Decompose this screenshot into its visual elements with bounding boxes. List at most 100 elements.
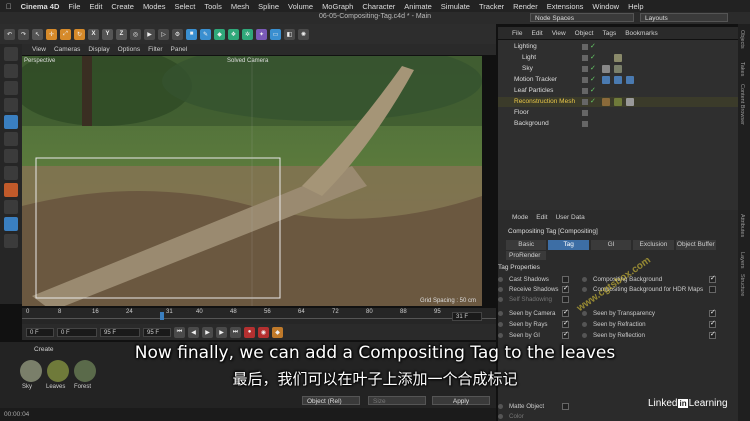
lock-workplane-icon[interactable]: [4, 183, 18, 197]
z-axis-button[interactable]: Z: [116, 28, 127, 40]
menu-character[interactable]: Character: [362, 2, 395, 11]
world-coords-icon[interactable]: ◎: [130, 28, 141, 40]
seen-by-refraction-checkbox[interactable]: [709, 319, 716, 328]
prop-matte-object[interactable]: Matte Object: [498, 402, 572, 411]
material-tag-icon[interactable]: [614, 65, 622, 73]
object-row-light[interactable]: Light ✓: [498, 53, 738, 63]
polygons-mode-icon[interactable]: [4, 115, 18, 129]
prop-self-shadowing[interactable]: Self Shadowing: [498, 295, 572, 304]
solo-icon[interactable]: [4, 217, 18, 231]
subdivision-icon[interactable]: ◆: [214, 28, 225, 40]
floor-icon[interactable]: ▭: [270, 28, 281, 40]
visibility-dots[interactable]: [582, 110, 588, 116]
visibility-dots[interactable]: [582, 77, 588, 83]
workplane-icon[interactable]: [4, 200, 18, 214]
app-menu[interactable]: Cinema 4D: [21, 2, 60, 11]
size-mode-select[interactable]: Size: [368, 396, 426, 405]
viewport-solo-icon[interactable]: [4, 234, 18, 248]
record-icon[interactable]: ●: [244, 326, 255, 338]
prop-compositing-background[interactable]: Compositing Background: [582, 274, 718, 284]
visibility-dots[interactable]: [582, 121, 588, 127]
uv-mode-icon[interactable]: [4, 132, 18, 146]
apple-icon[interactable]: : [6, 2, 12, 11]
snap-icon[interactable]: [4, 166, 18, 180]
viewport-menu-options[interactable]: Options: [118, 46, 140, 53]
select-tool-icon[interactable]: ↖: [32, 28, 43, 40]
side-tab-takes[interactable]: Takes: [739, 62, 745, 76]
prop-seen-by-gi[interactable]: Seen by GI: [498, 330, 572, 340]
cloner-icon[interactable]: ❖: [228, 28, 239, 40]
render-icon[interactable]: ▷: [158, 28, 169, 40]
compositing-tag-icon[interactable]: [626, 98, 634, 106]
field-icon[interactable]: ✲: [242, 28, 253, 40]
layouts-dropdown[interactable]: Layouts: [640, 13, 728, 22]
viewport-menu-cameras[interactable]: Cameras: [54, 46, 80, 53]
compositing-background-hdr-checkbox[interactable]: [709, 286, 716, 293]
points-mode-icon[interactable]: [4, 81, 18, 95]
y-axis-button[interactable]: Y: [102, 28, 113, 40]
tag-icon[interactable]: [614, 76, 622, 84]
tag-icon[interactable]: [602, 65, 610, 73]
edges-mode-icon[interactable]: [4, 98, 18, 112]
deformer-icon[interactable]: ✦: [256, 28, 267, 40]
prop-cast-shadows[interactable]: Cast Shadows: [498, 275, 572, 284]
viewport-menu-display[interactable]: Display: [88, 46, 109, 53]
om-menu-edit[interactable]: Edit: [531, 30, 542, 37]
seen-by-gi-checkbox[interactable]: [562, 330, 569, 339]
object-row-motion-tracker[interactable]: Motion Tracker ✓: [498, 75, 738, 85]
goto-end-icon[interactable]: ⏭: [230, 326, 241, 338]
visibility-dots[interactable]: [582, 88, 588, 94]
seen-by-transparency-checkbox[interactable]: [709, 308, 716, 317]
viewport-menu-view[interactable]: View: [32, 46, 46, 53]
prop-seen-by-reflection[interactable]: Seen by Reflection: [582, 330, 718, 340]
receive-shadows-checkbox[interactable]: [562, 284, 569, 293]
menu-extensions[interactable]: Extensions: [547, 2, 584, 11]
object-row-background[interactable]: Background: [498, 119, 738, 129]
menu-create[interactable]: Create: [111, 2, 134, 11]
apply-button[interactable]: Apply: [432, 396, 490, 405]
side-tab-structure[interactable]: Structure: [739, 274, 745, 296]
menu-volume[interactable]: Volume: [288, 2, 313, 11]
node-spaces-dropdown[interactable]: Node Spaces: [530, 13, 634, 22]
side-tab-content-browser[interactable]: Content Browser: [739, 84, 745, 125]
tab-prorender[interactable]: ProRender: [506, 251, 546, 260]
am-menu-user-data[interactable]: User Data: [555, 214, 584, 221]
goto-start-icon[interactable]: ⏮: [174, 326, 185, 338]
menu-simulate[interactable]: Simulate: [441, 2, 470, 11]
x-axis-button[interactable]: X: [88, 28, 99, 40]
self-shadowing-checkbox[interactable]: [562, 296, 569, 303]
side-tab-attributes[interactable]: Attributes: [739, 214, 745, 237]
seen-by-rays-checkbox[interactable]: [562, 319, 569, 328]
menu-edit[interactable]: Edit: [89, 2, 102, 11]
prop-seen-by-transparency[interactable]: Seen by Transparency: [582, 308, 718, 318]
menu-spline[interactable]: Spline: [258, 2, 279, 11]
menu-modes[interactable]: Modes: [143, 2, 166, 11]
light-icon[interactable]: ✺: [298, 28, 309, 40]
side-tab-layers[interactable]: Layers: [739, 252, 745, 269]
prev-key-icon[interactable]: ◀: [188, 326, 199, 338]
preview-start-field[interactable]: 0 F: [57, 327, 97, 337]
enabled-check-icon[interactable]: ✓: [590, 75, 596, 85]
start-frame-field[interactable]: 0 F: [26, 327, 54, 337]
next-key-icon[interactable]: ▶: [216, 326, 227, 338]
enabled-check-icon[interactable]: ✓: [590, 86, 596, 96]
am-menu-mode[interactable]: Mode: [512, 214, 528, 221]
object-row-reconstruction-mesh[interactable]: Reconstruction Mesh ✓: [498, 97, 738, 107]
keyframe-icon[interactable]: ◆: [272, 326, 283, 338]
om-menu-file[interactable]: File: [512, 30, 522, 37]
current-frame-field[interactable]: 31 F: [452, 312, 482, 321]
prop-seen-by-rays[interactable]: Seen by Rays: [498, 319, 572, 329]
prop-color[interactable]: Color: [498, 412, 572, 421]
play-icon[interactable]: ▶: [202, 326, 213, 338]
viewport[interactable]: Perspective Solved Camera Grid Spacing :…: [22, 56, 482, 306]
om-menu-view[interactable]: View: [552, 30, 566, 37]
timeline-ruler[interactable]: 0 8 16 24 31 40 48 56 64 72 80 88 95 31 …: [22, 308, 496, 324]
material-tag-icon[interactable]: [614, 98, 622, 106]
autokey-icon[interactable]: ◉: [258, 326, 269, 338]
model-mode-icon[interactable]: [4, 47, 18, 61]
tag-icon[interactable]: [626, 76, 634, 84]
enabled-check-icon[interactable]: ✓: [590, 64, 596, 74]
menu-window[interactable]: Window: [592, 2, 619, 11]
seen-by-reflection-checkbox[interactable]: [709, 330, 716, 339]
redo-icon[interactable]: ↷: [18, 28, 29, 40]
